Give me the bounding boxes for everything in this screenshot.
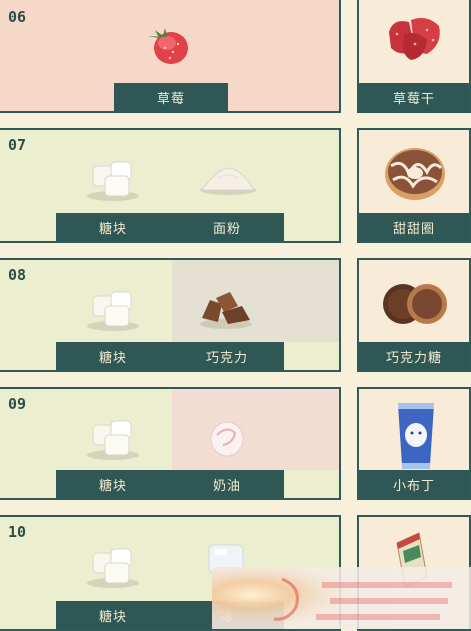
result-label: 甜甜圈 bbox=[359, 213, 469, 241]
cream-icon bbox=[210, 421, 244, 457]
ingredient-label: 糖块 bbox=[56, 601, 170, 629]
result-card[interactable]: 草莓干 bbox=[357, 0, 471, 113]
recipe-number: 06 bbox=[8, 8, 27, 26]
sugar-cube-icon bbox=[87, 291, 139, 331]
result-label: 小布丁 bbox=[359, 470, 469, 498]
recipe-row-08: 08 糖块 巧克力 巧克力糖 bbox=[0, 258, 471, 372]
recipe-row-07: 07 糖块 面粉 甜甜圈 bbox=[0, 128, 471, 243]
chocolate-candy-icon bbox=[383, 284, 447, 324]
recipe-number: 09 bbox=[8, 395, 27, 413]
ingredient-label: 糖块 bbox=[56, 342, 170, 370]
dried-strawberry-icon bbox=[389, 18, 440, 60]
result-card[interactable]: 巧克力糖 bbox=[357, 258, 471, 372]
recipe-number: 07 bbox=[8, 136, 27, 154]
result-label: 巧克力糖 bbox=[359, 342, 469, 370]
ingredient-label: 奶油 bbox=[170, 470, 284, 498]
recipe-row-06: 06 草莓 草莓干 bbox=[0, 0, 471, 113]
sugar-cube-icon bbox=[87, 420, 139, 460]
recipe-number: 10 bbox=[8, 523, 27, 541]
ingredient-highlight bbox=[172, 389, 339, 470]
sugar-cube-icon bbox=[87, 548, 139, 588]
recipe-number: 08 bbox=[8, 266, 27, 284]
ingredient-label: 糖块 bbox=[56, 470, 170, 498]
recipe-panel: 08 糖块 巧克力 bbox=[0, 258, 341, 372]
sugar-cube-icon bbox=[87, 161, 139, 201]
result-card[interactable]: 小布丁 bbox=[357, 387, 471, 500]
recipe-panel: 06 草莓 bbox=[0, 0, 341, 113]
recipe-panel: 09 糖块 奶油 bbox=[0, 387, 341, 500]
chocolate-icon bbox=[200, 292, 252, 329]
ingredient-label: 草莓 bbox=[114, 83, 228, 111]
recipe-panel: 07 糖块 面粉 bbox=[0, 128, 341, 243]
ingredient-label: 面粉 bbox=[170, 213, 284, 241]
result-label: 草莓干 bbox=[359, 83, 469, 111]
ingredient-label: 糖块 bbox=[56, 213, 170, 241]
strawberry-icon bbox=[147, 28, 188, 64]
pudding-package-icon bbox=[398, 403, 434, 469]
donut-icon bbox=[385, 148, 445, 200]
flour-icon bbox=[200, 167, 256, 195]
watermark-logo bbox=[212, 567, 471, 629]
ingredient-label: 巧克力 bbox=[170, 342, 284, 370]
result-card[interactable]: 甜甜圈 bbox=[357, 128, 471, 243]
recipe-row-09: 09 糖块 奶油 小布丁 bbox=[0, 387, 471, 500]
